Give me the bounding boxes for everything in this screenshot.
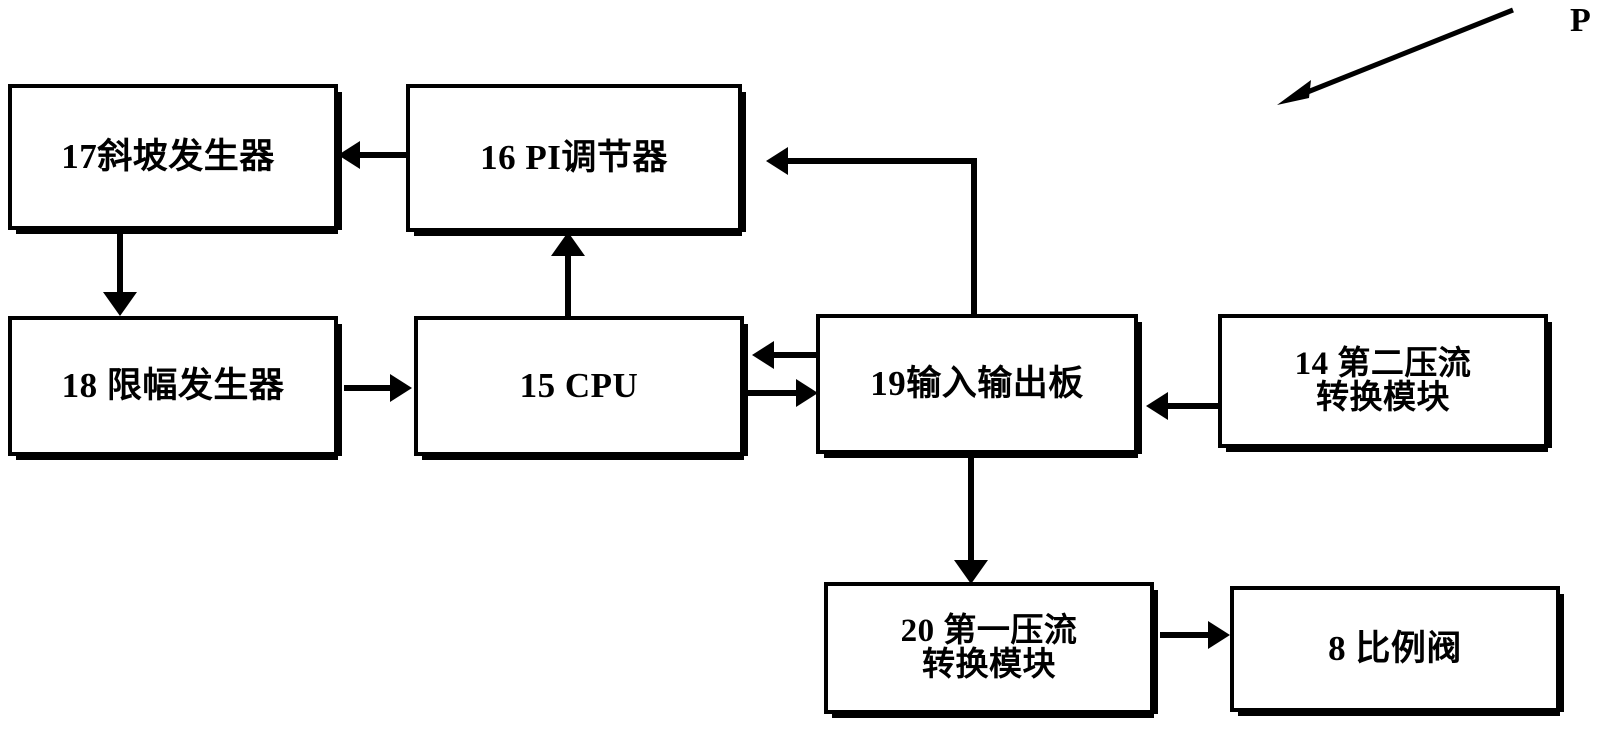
connector-19-to-15: [772, 352, 820, 358]
block-20-label: 20 第一压流 转换模块: [900, 612, 1078, 683]
diagram-canvas: P 17斜坡发生器 16 PI调节器 18 限幅发生器 15 CPU 19输入输…: [0, 0, 1614, 750]
arrowhead-15-to-16: [551, 232, 585, 256]
connector-16-to-17: [358, 152, 412, 158]
block-14-second-pressure-current-module[interactable]: 14 第二压流 转换模块: [1218, 314, 1552, 452]
leader-line-p: [1277, 7, 1514, 105]
connector-19-to-20: [968, 456, 974, 566]
arrowhead-19-to-20: [954, 560, 988, 584]
arrowhead-20-to-8: [1208, 621, 1230, 649]
block-19-io-board[interactable]: 19输入输出板: [816, 314, 1142, 458]
block-20-first-pressure-current-module[interactable]: 20 第一压流 转换模块: [824, 582, 1158, 718]
connector-15-to-19: [748, 390, 800, 396]
connector-18-to-15: [344, 385, 392, 391]
arrowhead-19-to-16: [766, 147, 788, 175]
block-16-pi-regulator[interactable]: 16 PI调节器: [406, 84, 746, 236]
connector-15-to-16: [565, 254, 571, 318]
connector-14-to-19: [1166, 403, 1222, 409]
arrowhead-15-to-19: [796, 379, 818, 407]
connector-19-to-16-vertical: [971, 158, 977, 316]
connector-17-to-18: [117, 234, 123, 296]
block-8-label: 8 比例阀: [1328, 628, 1462, 668]
block-8-proportional-valve[interactable]: 8 比例阀: [1230, 586, 1564, 716]
connector-19-to-16-horizontal: [786, 158, 977, 164]
block-17-label: 17斜坡发生器: [61, 136, 275, 176]
block-14-label: 14 第二压流 转换模块: [1294, 345, 1472, 416]
arrowhead-14-to-19: [1146, 392, 1168, 420]
block-16-label: 16 PI调节器: [480, 137, 668, 177]
block-15-label: 15 CPU: [519, 365, 639, 405]
reference-label-p: P: [1570, 2, 1591, 39]
block-18-limiter-generator[interactable]: 18 限幅发生器: [8, 316, 342, 460]
arrowhead-17-to-18: [103, 292, 137, 316]
arrowhead-19-to-15: [752, 341, 774, 369]
block-19-label: 19输入输出板: [870, 363, 1084, 403]
block-18-label: 18 限幅发生器: [61, 365, 285, 405]
block-17-ramp-generator[interactable]: 17斜坡发生器: [8, 84, 342, 234]
block-15-cpu[interactable]: 15 CPU: [414, 316, 748, 460]
arrowhead-18-to-15: [390, 374, 412, 402]
connector-20-to-8: [1160, 632, 1212, 638]
arrowhead-16-to-17: [338, 141, 360, 169]
